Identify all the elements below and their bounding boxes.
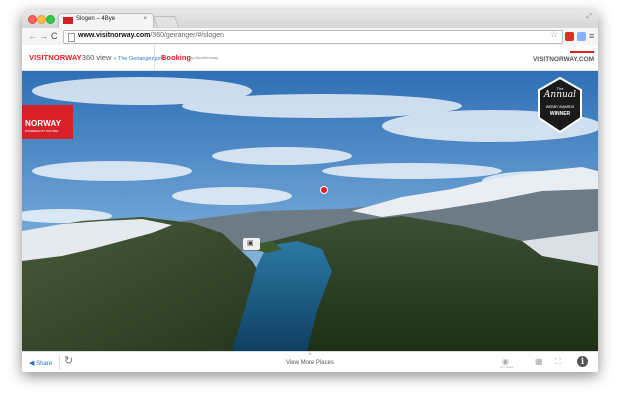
- logo-place: » The Geirangerfjord: [113, 56, 165, 62]
- header-divider: [154, 45, 155, 70]
- tab-close-icon[interactable]: ×: [143, 16, 147, 22]
- booking-by-label: by BookNorway: [190, 55, 219, 60]
- url-path: /360/geiranger/#/slogen: [150, 32, 224, 39]
- window-minimize-button[interactable]: [37, 15, 46, 24]
- bottom-bar: ◀ Share ↻ ⌃ View More Places ◉ Auto Rota…: [22, 351, 598, 372]
- extension-blue-icon[interactable]: [577, 32, 586, 41]
- bookmark-star-icon[interactable]: ☆: [550, 29, 558, 39]
- reload-icon[interactable]: C: [51, 31, 58, 41]
- panorama-image: [22, 71, 598, 351]
- view-more-places-button[interactable]: ⌃ View More Places: [270, 353, 350, 366]
- fullscreen-expand-icon[interactable]: ⛶: [555, 357, 561, 366]
- norway-badge-title: NORWAY: [25, 119, 62, 128]
- view-more-label: View More Places: [286, 360, 334, 366]
- new-tab-button[interactable]: [152, 16, 180, 27]
- browser-tab[interactable]: Slogen – 4Bye ×: [58, 13, 154, 29]
- logo-brand: VISITNORWAY: [29, 53, 82, 62]
- logo-360: 360 view: [81, 53, 112, 62]
- fullscreen-icon[interactable]: ⤢: [586, 13, 592, 21]
- tab-title: Slogen – 4Bye: [76, 16, 116, 22]
- forward-arrow-icon[interactable]: →: [39, 31, 48, 41]
- tab-strip: Slogen – 4Bye × ⤢: [22, 10, 598, 29]
- webby-award-badge: The Annual WEBBY AWARDS WINNER: [535, 76, 585, 134]
- extension-red-icon[interactable]: [565, 32, 574, 41]
- auto-rotate-label: Auto Rotate: [500, 366, 514, 369]
- panorama-viewer[interactable]: NORWAY POWERED BY NATURE The Annual WEBB…: [22, 71, 598, 351]
- window-close-button[interactable]: [28, 15, 37, 24]
- booking-link[interactable]: Booking: [161, 53, 191, 62]
- visitnorway-360-logo[interactable]: VISITNORWAY360 view » The Geirangerfjord: [29, 53, 164, 62]
- url-domain: www.visitnorway.com: [78, 32, 151, 39]
- url-text: www.visitnorway.com/360/geiranger/#/slog…: [78, 32, 224, 39]
- camera-icon: ▣: [247, 240, 254, 247]
- norway-brand-badge[interactable]: NORWAY POWERED BY NATURE: [22, 105, 73, 139]
- location-hotspot[interactable]: [320, 186, 328, 194]
- norway-badge-subtitle: POWERED BY NATURE: [25, 129, 59, 133]
- address-bar[interactable]: www.visitnorway.com/360/geiranger/#/slog…: [63, 30, 563, 44]
- webby-annual: Annual: [543, 90, 577, 100]
- browser-toolbar: ← → C www.visitnorway.com/360/geiranger/…: [22, 28, 598, 46]
- visitnorway-favicon-icon: [63, 17, 73, 24]
- browser-window: Slogen – 4Bye × ⤢ ← → C www.visitnorway.…: [22, 10, 598, 372]
- site-header: VISITNORWAY360 view » The Geirangerfjord…: [22, 45, 598, 71]
- info-icon[interactable]: i: [577, 356, 588, 367]
- webby-awards: WEBBY AWARDS: [545, 105, 575, 109]
- webby-winner: WINNER: [549, 111, 571, 117]
- back-arrow-icon[interactable]: ←: [28, 31, 37, 41]
- hamburger-menu-icon[interactable]: ≡: [589, 31, 594, 41]
- camera-hotspot[interactable]: ▣: [243, 238, 260, 250]
- share-button[interactable]: ◀ Share: [29, 359, 52, 367]
- bottom-divider: [59, 355, 60, 370]
- window-maximize-button[interactable]: [46, 15, 55, 24]
- logo-accent-bar: [570, 51, 594, 53]
- eye-icon[interactable]: ◉: [502, 357, 509, 366]
- vr-mode-icon[interactable]: ▦: [535, 357, 543, 366]
- chevron-up-icon: ⌃: [307, 353, 313, 360]
- share-icon: ◀: [29, 360, 35, 367]
- visitnorway-com-logo[interactable]: VISITNORWAY.COM: [533, 56, 594, 63]
- page-icon: [68, 33, 75, 42]
- share-label: Share: [36, 361, 53, 367]
- compass-rotate-icon[interactable]: ↻: [64, 355, 73, 367]
